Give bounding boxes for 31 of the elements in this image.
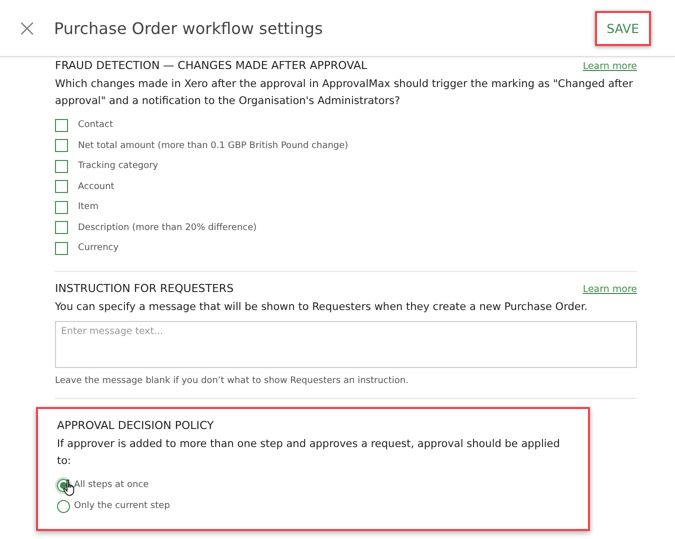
section-description: Which changes made in Xero after the approval in ApprovalMax should trigger the marking as "Changed after approval" and a notification to the Organisation's Administrators?	[55, 77, 634, 109]
message-field[interactable]: Enter message text...	[55, 320, 637, 368]
radio-label: Only the current step	[74, 501, 170, 511]
checkbox[interactable]	[55, 139, 68, 152]
section-description: You can specify a message that will be shown to Requesters when they create a new Purchase Order.	[55, 300, 589, 314]
radio-button[interactable]	[57, 500, 70, 512]
section-description: If approver is added to more than one step and approves a request, approval should be applied to:	[57, 436, 561, 468]
close-button[interactable]: ×	[16, 17, 38, 39]
checkbox-label: Contact	[78, 120, 114, 130]
radio-label: All steps at once	[74, 480, 149, 490]
learn-more-link[interactable]: Learn more	[582, 284, 637, 294]
field-hint: Leave the message blank if you don’t what to show Requesters an instruction.	[55, 376, 410, 386]
checkbox-label: Tracking category	[78, 161, 158, 172]
section-title: APPROVAL DECISION POLICY	[57, 418, 214, 432]
checkbox[interactable]	[55, 242, 68, 255]
checkbox[interactable]	[55, 118, 68, 132]
section-title: FRAUD DETECTION — CHANGES MADE AFTER APPROVAL	[55, 59, 368, 72]
checkbox-label: Item	[78, 202, 98, 212]
checkbox[interactable]	[55, 180, 68, 194]
checkbox[interactable]	[55, 160, 68, 173]
section-title: INSTRUCTION FOR REQUESTERS	[55, 282, 234, 294]
checkbox-label: Currency	[78, 243, 119, 254]
window-title: Purchase Order workflow settings	[54, 18, 324, 38]
checkbox-label: Description (more than 20% difference)	[78, 222, 257, 233]
save-button[interactable]: SAVE	[594, 10, 651, 46]
checkbox-label: Account	[78, 182, 114, 192]
checkbox-label: Net total amount (more than 0.1 GBP British Pound change)	[78, 140, 348, 151]
hand-cursor-icon	[63, 478, 76, 496]
checkbox[interactable]	[55, 200, 68, 214]
checkbox[interactable]	[55, 221, 68, 234]
learn-more-link[interactable]: Learn more	[582, 61, 637, 72]
